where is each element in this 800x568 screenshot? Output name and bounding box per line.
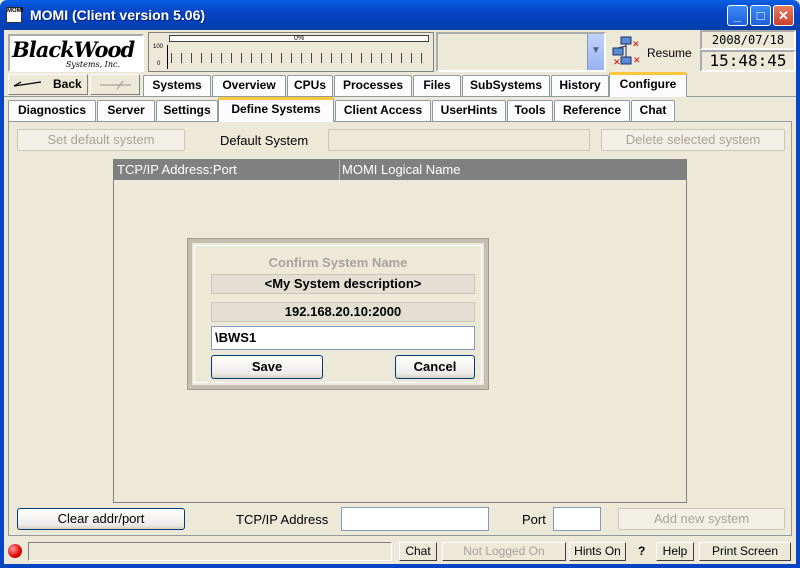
subtab-chat[interactable]: Chat [631,100,675,121]
close-button[interactable]: ✕ [773,5,794,26]
meter-percent-bar: 0% [169,35,429,42]
header-panel: BlackWood Systems, Inc. 0% 100 0 ▼ ✕ ✕ ✕… [4,30,796,74]
print-screen-button[interactable]: Print Screen [699,542,791,561]
system-name-input[interactable]: \BWS1 [211,326,475,350]
meter-max-label: 100 [153,44,164,50]
meter-ticks [171,53,429,63]
delete-selected-system-button[interactable]: Delete selected system [601,129,785,151]
column-logical-name[interactable]: MOMI Logical Name [342,162,460,177]
system-description-box: <My System description> [211,274,475,294]
back-button[interactable]: Back [8,74,88,95]
meter-min-label: 0 [157,61,161,67]
save-button[interactable]: Save [211,355,323,379]
svg-text:✕: ✕ [633,56,641,66]
status-bar: Chat Not Logged On Hints On ? Help Print… [4,540,796,564]
tab-overview[interactable]: Overview [212,75,286,96]
tab-processes[interactable]: Processes [334,75,412,96]
dialog-title: Confirm System Name [268,255,408,270]
logo-subtitle: Systems, Inc. [65,60,120,69]
tcpip-address-label: TCP/IP Address [236,512,329,527]
forward-button[interactable] [90,74,140,95]
dialog-inner: Confirm System Name <My System descripti… [194,245,482,383]
status-led-icon [8,544,22,558]
tab-subsystems[interactable]: SubSystems [462,75,550,96]
column-tcpip-address[interactable]: TCP/IP Address:Port [117,162,237,177]
subtab-define-systems[interactable]: Define Systems [218,97,334,122]
confirm-system-name-dialog: Confirm System Name <My System descripti… [187,238,489,390]
tab-cpus[interactable]: CPUs [287,75,333,96]
tab-files[interactable]: Files [413,75,461,96]
tcpip-address-input[interactable] [341,507,489,531]
cpu-meter: 0% 100 0 [148,32,434,72]
system-address-box: 192.168.20.10:2000 [211,302,475,322]
back-arrow-icon [13,81,42,87]
port-input[interactable] [553,507,601,531]
default-system-field[interactable] [328,129,590,151]
system-select[interactable]: ▼ [436,32,606,72]
subtab-server[interactable]: Server [97,100,155,121]
title-bar[interactable]: MOMI MOMI (Client version 5.06) _ □ ✕ [0,0,800,30]
status-message [28,542,392,561]
network-resume-icon: ✕ ✕ ✕ [612,36,641,66]
port-label: Port [522,512,546,527]
table-header: TCP/IP Address:Port MOMI Logical Name [114,160,686,180]
minimize-button[interactable]: _ [727,5,748,26]
help-button[interactable]: Help [656,542,694,561]
subtab-settings[interactable]: Settings [156,100,218,121]
subtab-userhints[interactable]: UserHints [432,100,506,121]
window-frame-right [796,30,800,568]
tab-history[interactable]: History [551,75,609,96]
tab-configure[interactable]: Configure [609,72,687,97]
subtab-client-access[interactable]: Client Access [335,100,431,121]
hints-toggle-button[interactable]: Hints On [569,542,626,561]
column-separator [339,160,340,180]
chevron-down-icon[interactable]: ▼ [587,34,604,70]
cancel-button[interactable]: Cancel [395,355,475,379]
configure-subtabs: Diagnostics Server Settings Define Syste… [4,96,796,122]
date-display: 2008/07/18 [700,30,796,50]
resume-button[interactable]: ✕ ✕ ✕ Resume [610,36,698,68]
blackwood-logo: BlackWood Systems, Inc. [8,34,144,72]
window-frame-bottom [0,564,800,568]
subtab-tools[interactable]: Tools [507,100,553,121]
app-icon: MOMI [6,7,23,23]
window-title: MOMI (Client version 5.06) [30,7,206,23]
svg-text:✕: ✕ [613,58,621,66]
subtab-reference[interactable]: Reference [554,100,630,121]
chat-button[interactable]: Chat [399,542,437,561]
forward-arrow-icon [100,80,131,90]
login-status-button[interactable]: Not Logged On [442,542,566,561]
main-nav: Back Systems Overview CPUs Processes Fil… [4,72,796,97]
logo-word: BlackWood [12,37,135,62]
subtab-diagnostics[interactable]: Diagnostics [8,100,96,121]
meter-axis [167,45,169,69]
time-display: 15:48:45 [700,50,796,72]
default-system-label: Default System [220,133,309,148]
maximize-button[interactable]: □ [750,5,771,26]
back-label: Back [53,77,82,91]
tab-systems[interactable]: Systems [143,75,211,96]
help-question-icon: ? [638,544,646,558]
resume-label: Resume [647,46,692,60]
clear-addr-port-button[interactable]: Clear addr/port [17,508,185,530]
add-new-system-button[interactable]: Add new system [618,508,785,530]
set-default-system-button[interactable]: Set default system [17,129,185,151]
svg-text:✕: ✕ [632,40,640,50]
